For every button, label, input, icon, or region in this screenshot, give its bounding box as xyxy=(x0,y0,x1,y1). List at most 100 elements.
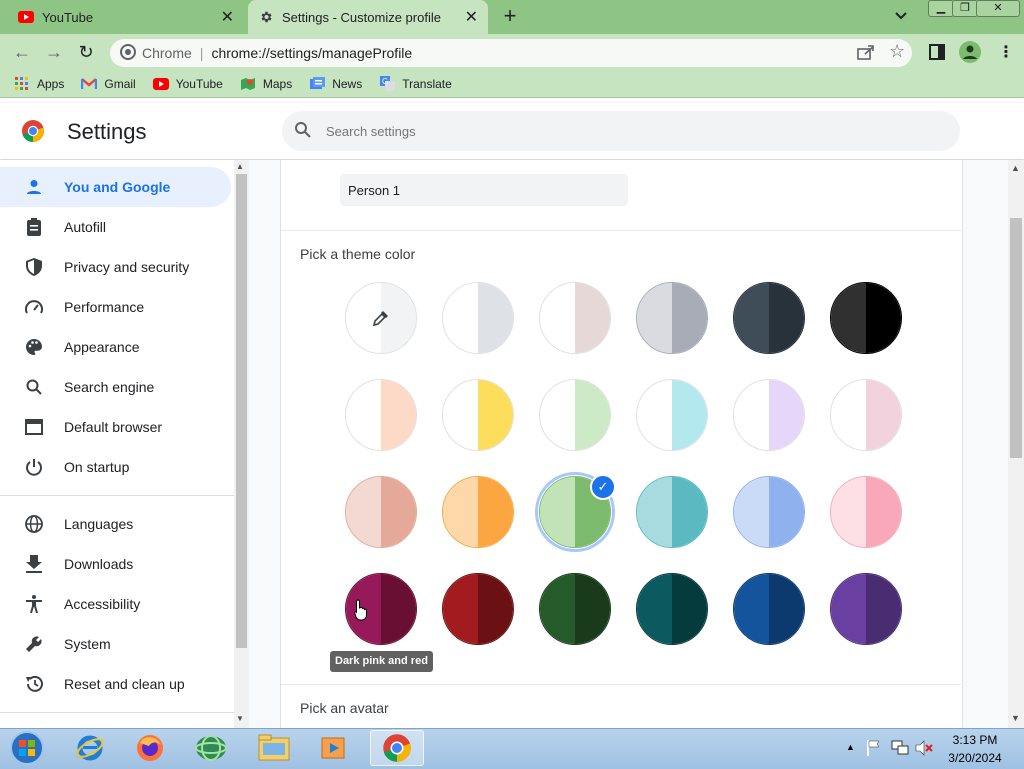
sidebar-item-autofill[interactable]: Autofill xyxy=(0,207,231,247)
address-separator: | xyxy=(199,45,204,61)
side-panel-icon[interactable] xyxy=(929,44,945,63)
search-settings-box[interactable] xyxy=(282,111,960,151)
tab-title: Settings - Customize profile xyxy=(282,9,441,25)
theme-swatch-r4-c3[interactable] xyxy=(539,573,611,645)
theme-swatch-r4-c6[interactable] xyxy=(830,573,902,645)
show-hidden-icons-icon[interactable]: ▲ xyxy=(846,742,855,752)
bookmark-star-icon[interactable]: ☆ xyxy=(889,41,905,62)
sidebar-item-you-and-google[interactable]: You and Google xyxy=(0,167,231,207)
close-tab-icon[interactable]: ✕ xyxy=(465,7,478,27)
shield-icon xyxy=(24,257,44,277)
apps-grid-icon xyxy=(14,76,30,91)
bookmark-label: Gmail xyxy=(104,76,136,91)
main-scrollbar-thumb[interactable] xyxy=(1010,218,1022,458)
sidebar-item-appearance[interactable]: Appearance xyxy=(0,327,231,367)
person-icon xyxy=(24,177,44,197)
sidebar-item-search-engine[interactable]: Search engine xyxy=(0,367,231,407)
profile-avatar-icon[interactable] xyxy=(959,41,981,66)
sidebar-item-languages[interactable]: Languages xyxy=(0,504,231,544)
theme-swatch-r2-c2[interactable] xyxy=(442,379,514,451)
bookmark-gmail[interactable]: Gmail xyxy=(81,76,136,91)
power-icon xyxy=(24,457,44,477)
theme-swatch-r1-c5[interactable] xyxy=(733,282,805,354)
bookmark-youtube[interactable]: YouTube xyxy=(152,77,223,91)
back-arrow-icon[interactable]: ← xyxy=(12,42,32,62)
theme-swatch-r1-c2[interactable] xyxy=(442,282,514,354)
theme-swatch-r3-c1[interactable] xyxy=(345,476,417,548)
profile-name-input[interactable] xyxy=(340,174,628,206)
theme-color-heading: Pick a theme color xyxy=(300,246,416,262)
scroll-down-arrow-icon[interactable]: ▼ xyxy=(236,714,244,723)
theme-swatch-r4-c5[interactable] xyxy=(733,573,805,645)
tab-search-chevron-icon[interactable] xyxy=(895,8,907,23)
theme-swatch-r3-c5[interactable] xyxy=(733,476,805,548)
network-icon[interactable] xyxy=(891,740,909,759)
theme-swatch-r2-c1[interactable] xyxy=(345,379,417,451)
sidebar-item-reset[interactable]: Reset and clean up xyxy=(0,664,231,704)
url-text[interactable]: chrome://settings/manageProfile xyxy=(211,45,412,61)
palette-icon xyxy=(24,337,44,357)
sidebar-item-label: Accessibility xyxy=(64,596,141,612)
tab-settings[interactable]: Settings - Customize profile ✕ xyxy=(248,0,488,34)
theme-swatch-r3-c4[interactable] xyxy=(636,476,708,548)
scroll-up-arrow-icon[interactable]: ▲ xyxy=(236,162,244,171)
theme-swatch-r2-c3[interactable] xyxy=(539,379,611,451)
more-menu-icon[interactable]: ⋮ xyxy=(998,42,1014,62)
network-globe-icon[interactable] xyxy=(184,730,238,766)
theme-swatch-r4-c4[interactable] xyxy=(636,573,708,645)
restore-window-icon[interactable]: ❐ xyxy=(952,0,978,17)
theme-swatch-r2-c5[interactable] xyxy=(733,379,805,451)
internet-explorer-icon[interactable] xyxy=(63,730,117,766)
chrome-site-icon xyxy=(120,43,136,63)
theme-swatch-r1-c6[interactable] xyxy=(830,282,902,354)
theme-swatch-r2-c6[interactable] xyxy=(830,379,902,451)
sidebar-item-label: Performance xyxy=(64,299,145,315)
reload-icon[interactable]: ↻ xyxy=(76,42,96,62)
sidebar-item-downloads[interactable]: Downloads xyxy=(0,544,231,584)
firefox-icon[interactable] xyxy=(123,730,177,766)
chrome-logo-icon xyxy=(21,119,45,146)
scroll-up-arrow-icon[interactable]: ▲ xyxy=(1011,163,1020,173)
forward-arrow-icon[interactable]: → xyxy=(44,42,64,62)
bookmark-apps[interactable]: Apps xyxy=(14,76,64,91)
selected-check-icon: ✓ xyxy=(590,474,616,500)
scroll-down-arrow-icon[interactable]: ▼ xyxy=(1011,713,1020,723)
close-window-icon[interactable]: ✕ xyxy=(976,0,1020,17)
clock-date[interactable]: 3/20/2024 xyxy=(945,751,1005,765)
theme-swatch-r4-c2[interactable] xyxy=(442,573,514,645)
news-icon xyxy=(309,77,325,91)
sidebar-item-system[interactable]: System xyxy=(0,624,231,664)
theme-swatch-r1-c3[interactable] xyxy=(539,282,611,354)
close-tab-icon[interactable]: ✕ xyxy=(221,7,234,27)
sidebar-item-on-startup[interactable]: On startup xyxy=(0,447,231,487)
sidebar-scrollbar-thumb[interactable] xyxy=(236,174,247,648)
address-bar[interactable]: Chrome | chrome://settings/manageProfile xyxy=(110,39,912,67)
new-tab-plus-icon[interactable]: + xyxy=(498,5,522,29)
clock-time[interactable]: 3:13 PM xyxy=(950,733,1000,747)
download-icon xyxy=(24,554,44,574)
bookmark-translate[interactable]: G Translate xyxy=(379,76,452,91)
sidebar-item-accessibility[interactable]: Accessibility xyxy=(0,584,231,624)
bookmark-news[interactable]: News xyxy=(309,77,362,91)
sidebar-item-label: Downloads xyxy=(64,556,134,572)
chrome-icon[interactable] xyxy=(370,730,424,766)
search-input[interactable] xyxy=(324,122,888,140)
theme-swatch-r3-c2[interactable] xyxy=(442,476,514,548)
theme-swatch-r3-c6[interactable] xyxy=(830,476,902,548)
minimize-window-icon[interactable]: ▁ xyxy=(928,0,954,17)
start-orb-icon[interactable] xyxy=(0,730,54,766)
sidebar-item-privacy[interactable]: Privacy and security xyxy=(0,247,231,287)
file-explorer-icon[interactable] xyxy=(247,730,301,766)
sidebar-item-performance[interactable]: Performance xyxy=(0,287,231,327)
sidebar-item-label: Autofill xyxy=(64,219,107,235)
tab-youtube[interactable]: YouTube ✕ xyxy=(8,0,244,34)
volume-muted-icon[interactable] xyxy=(915,740,933,759)
bookmark-maps[interactable]: Maps xyxy=(240,77,292,91)
share-icon[interactable] xyxy=(857,44,875,63)
theme-swatch-r2-c4[interactable] xyxy=(636,379,708,451)
section-divider xyxy=(281,684,961,685)
sidebar-item-default-browser[interactable]: Default browser xyxy=(0,407,231,447)
action-center-flag-icon[interactable] xyxy=(867,740,881,759)
media-player-icon[interactable] xyxy=(307,730,361,766)
theme-swatch-r1-c4[interactable] xyxy=(636,282,708,354)
